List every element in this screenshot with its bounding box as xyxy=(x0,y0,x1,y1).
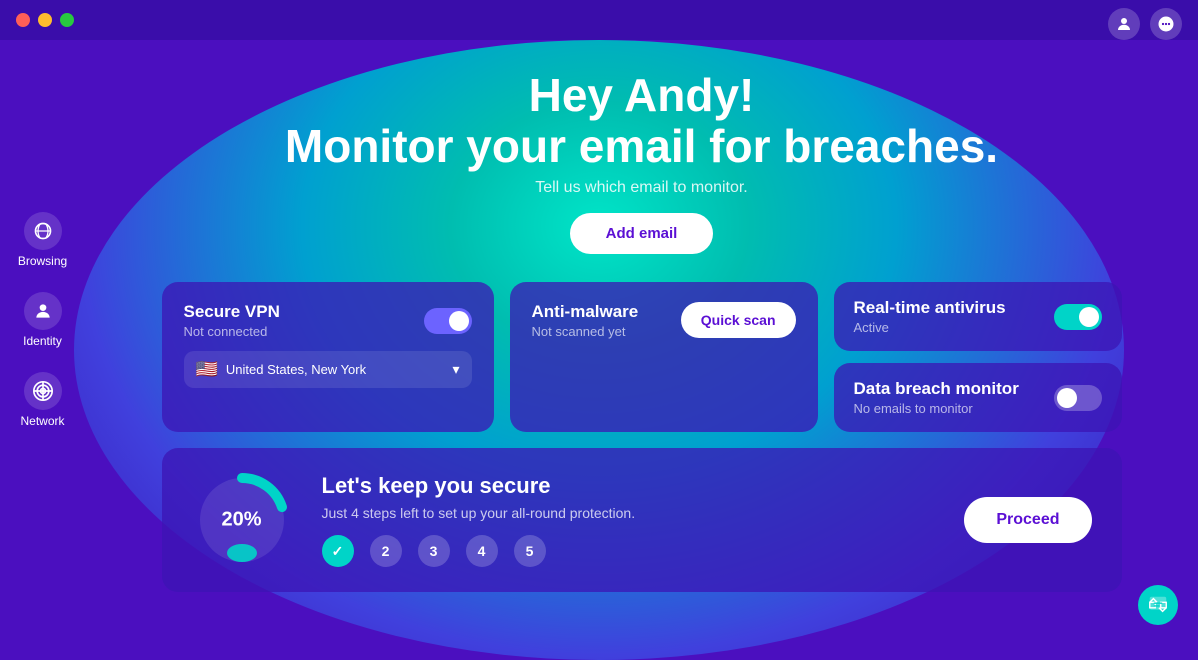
sidebar-item-identity[interactable]: Identity xyxy=(0,280,85,360)
vpn-location-text: United States, New York xyxy=(226,362,445,377)
vpn-card: Secure VPN Not connected 🇺🇸 United State… xyxy=(162,282,494,432)
antivirus-status: Active xyxy=(854,320,1006,335)
step-1: ✓ xyxy=(322,535,354,567)
hero-section: Hey Andy! Monitor your email for breache… xyxy=(285,70,998,197)
progress-circle: 20% xyxy=(192,470,292,570)
breach-card: Data breach monitor No emails to monitor xyxy=(834,363,1122,432)
breach-title: Data breach monitor xyxy=(854,379,1019,399)
browsing-label: Browsing xyxy=(18,254,67,268)
hero-title-line1: Hey Andy! xyxy=(285,70,998,121)
browsing-icon xyxy=(24,212,62,250)
antimalware-card: Anti-malware Not scanned yet Quick scan xyxy=(510,282,818,432)
antivirus-card: Real-time antivirus Active xyxy=(834,282,1122,351)
progress-percent: 20% xyxy=(221,509,261,532)
antimalware-status: Not scanned yet xyxy=(532,324,639,339)
breach-header: Data breach monitor No emails to monitor xyxy=(854,379,1102,416)
right-cards-column: Real-time antivirus Active Data breach m… xyxy=(834,282,1122,432)
messages-icon[interactable] xyxy=(1150,8,1182,40)
maximize-button[interactable] xyxy=(60,13,74,27)
network-label: Network xyxy=(20,414,64,428)
progress-card: 20% Let's keep you secure Just 4 steps l… xyxy=(162,448,1122,592)
sidebar-item-network[interactable]: Network xyxy=(0,360,85,440)
antivirus-toggle[interactable] xyxy=(1054,304,1102,330)
breach-status: No emails to monitor xyxy=(854,401,1019,416)
close-button[interactable] xyxy=(16,13,30,27)
add-email-button[interactable]: Add email xyxy=(570,213,714,254)
hero-title-line2: Monitor your email for breaches. xyxy=(285,121,998,172)
network-icon xyxy=(24,372,62,410)
step-2: 2 xyxy=(370,535,402,567)
progress-desc: Just 4 steps left to set up your all-rou… xyxy=(322,505,935,521)
identity-label: Identity xyxy=(23,334,62,348)
traffic-lights xyxy=(16,13,74,27)
antimalware-header: Anti-malware Not scanned yet Quick scan xyxy=(532,302,796,339)
antivirus-title: Real-time antivirus xyxy=(854,298,1006,318)
hero-subtitle: Tell us which email to monitor. xyxy=(285,179,998,197)
main-content: Hey Andy! Monitor your email for breache… xyxy=(85,40,1198,645)
quick-scan-button[interactable]: Quick scan xyxy=(681,302,796,338)
step-5: 5 xyxy=(514,535,546,567)
vpn-flag: 🇺🇸 xyxy=(196,359,218,380)
antivirus-header: Real-time antivirus Active xyxy=(854,298,1102,335)
chat-fab[interactable] xyxy=(1138,585,1178,625)
minimize-button[interactable] xyxy=(38,13,52,27)
sidebar-item-browsing[interactable]: Browsing xyxy=(0,200,85,280)
progress-info: Let's keep you secure Just 4 steps left … xyxy=(322,473,935,567)
chevron-down-icon: ▾ xyxy=(452,361,459,378)
title-bar xyxy=(0,0,1198,40)
progress-title: Let's keep you secure xyxy=(322,473,935,499)
steps-row: ✓ 2 3 4 5 xyxy=(322,535,935,567)
sidebar: Browsing Identity Network xyxy=(0,40,85,645)
identity-icon xyxy=(24,292,62,330)
step-3: 3 xyxy=(418,535,450,567)
antimalware-title: Anti-malware xyxy=(532,302,639,322)
vpn-toggle[interactable] xyxy=(424,308,472,334)
vpn-location-selector[interactable]: 🇺🇸 United States, New York ▾ xyxy=(184,351,472,388)
user-icon[interactable] xyxy=(1108,8,1140,40)
vpn-card-header: Secure VPN Not connected xyxy=(184,302,472,339)
step-4: 4 xyxy=(466,535,498,567)
cards-row: Secure VPN Not connected 🇺🇸 United State… xyxy=(162,282,1122,432)
proceed-button[interactable]: Proceed xyxy=(964,497,1091,543)
vpn-status: Not connected xyxy=(184,324,280,339)
top-right-icons xyxy=(1108,8,1182,40)
vpn-title: Secure VPN xyxy=(184,302,280,322)
breach-toggle[interactable] xyxy=(1054,385,1102,411)
